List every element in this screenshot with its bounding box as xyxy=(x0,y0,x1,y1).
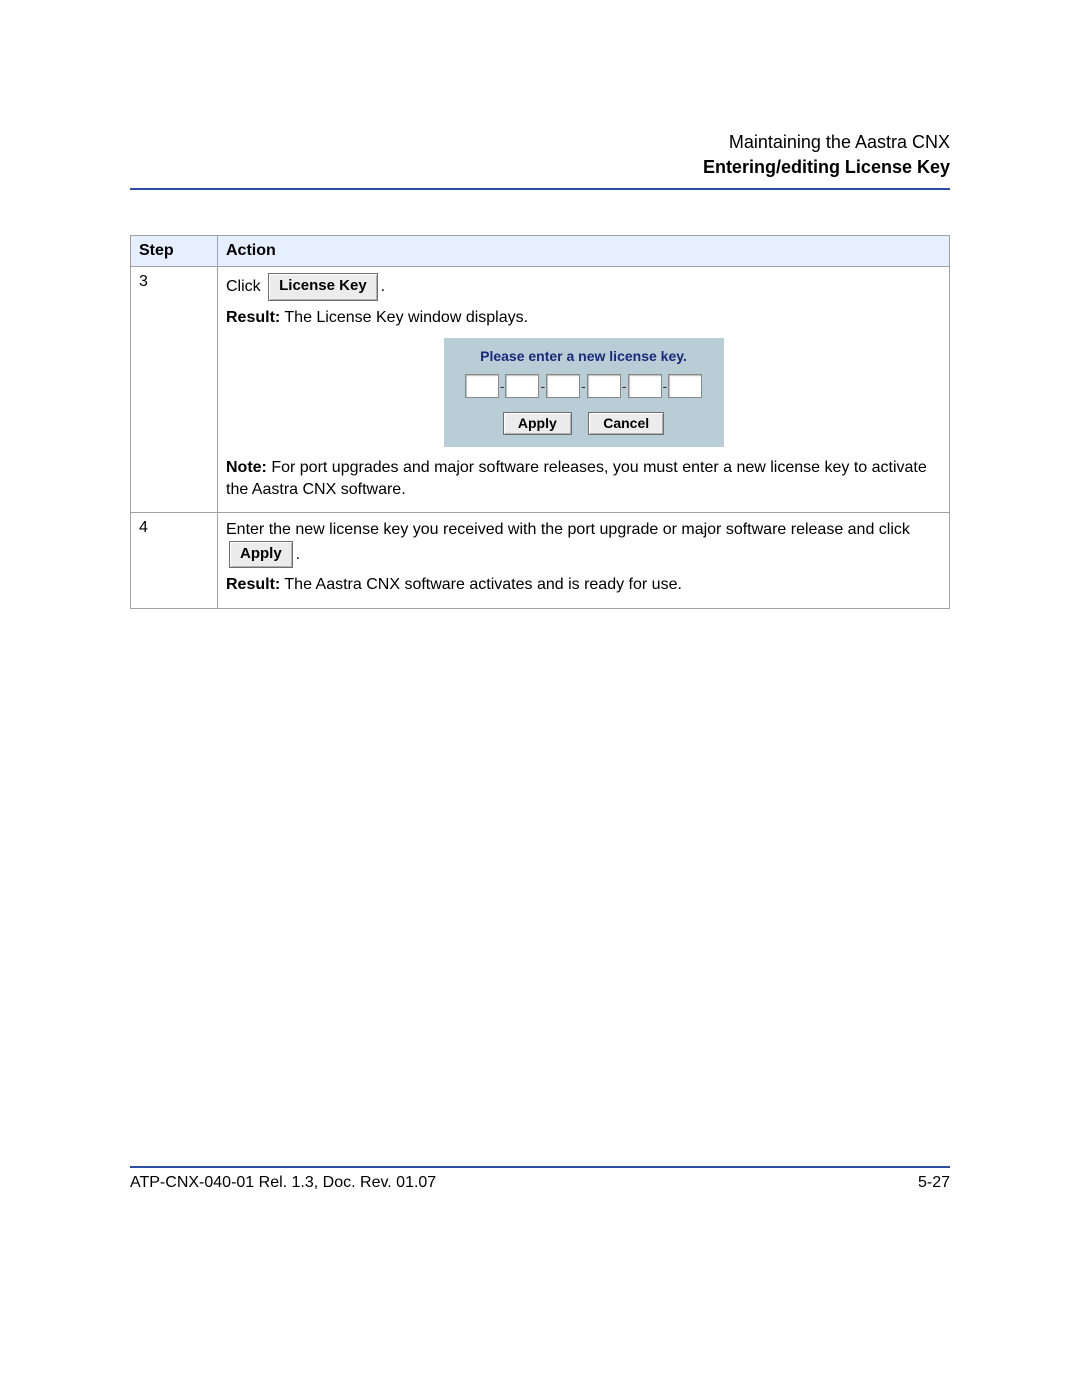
field-separator: - xyxy=(500,378,505,394)
content-area: Step Action 3 Click License Key. Result:… xyxy=(130,235,950,608)
col-header-step: Step xyxy=(131,236,218,267)
note-label: Note: xyxy=(226,459,267,476)
action-cell: Click License Key. Result: The License K… xyxy=(218,267,950,513)
license-field-3[interactable] xyxy=(546,374,580,398)
document-page: Maintaining the Aastra CNX Entering/edit… xyxy=(0,0,1080,1397)
header-rule xyxy=(130,188,950,190)
step-number: 4 xyxy=(131,513,218,608)
field-separator: - xyxy=(540,378,545,394)
result-label: Result: xyxy=(226,309,280,326)
header-chapter: Maintaining the Aastra CNX xyxy=(130,130,950,155)
step-number: 3 xyxy=(131,267,218,513)
header-section: Entering/editing License Key xyxy=(130,155,950,180)
col-header-action: Action xyxy=(218,236,950,267)
period: . xyxy=(296,546,300,563)
cancel-button[interactable]: Cancel xyxy=(588,412,664,435)
license-field-4[interactable] xyxy=(587,374,621,398)
license-key-button[interactable]: License Key xyxy=(268,273,378,300)
procedure-table: Step Action 3 Click License Key. Result:… xyxy=(130,235,950,608)
license-field-5[interactable] xyxy=(628,374,662,398)
instruction-text: Enter the new license key you received w… xyxy=(226,521,910,538)
period: . xyxy=(381,278,385,295)
result-text: The Aastra CNX software activates and is… xyxy=(280,576,682,593)
field-separator: - xyxy=(581,378,586,394)
field-separator: - xyxy=(622,378,627,394)
action-cell: Enter the new license key you received w… xyxy=(218,513,950,608)
footer-rule xyxy=(130,1166,950,1168)
footer-doc-id: ATP-CNX-040-01 Rel. 1.3, Doc. Rev. 01.07 xyxy=(130,1174,436,1192)
field-separator: - xyxy=(663,378,668,394)
page-footer: ATP-CNX-040-01 Rel. 1.3, Doc. Rev. 01.07… xyxy=(130,1158,950,1192)
dialog-button-row: Apply Cancel xyxy=(452,412,716,435)
page-header: Maintaining the Aastra CNX Entering/edit… xyxy=(130,130,950,180)
license-field-2[interactable] xyxy=(505,374,539,398)
table-row: 3 Click License Key. Result: The License… xyxy=(131,267,950,513)
license-field-1[interactable] xyxy=(465,374,499,398)
license-field-6[interactable] xyxy=(668,374,702,398)
result-label: Result: xyxy=(226,576,280,593)
apply-button[interactable]: Apply xyxy=(229,541,293,568)
click-label: Click xyxy=(226,278,261,295)
table-row: 4 Enter the new license key you received… xyxy=(131,513,950,608)
footer-page-number: 5-27 xyxy=(918,1174,950,1192)
apply-button[interactable]: Apply xyxy=(503,412,572,435)
license-key-dialog: Please enter a new license key. - - - - - Ap… xyxy=(444,338,724,447)
note-text: For port upgrades and major software rel… xyxy=(226,459,927,498)
result-text: The License Key window displays. xyxy=(280,309,528,326)
dialog-title: Please enter a new license key. xyxy=(452,348,716,364)
license-key-fields: ----- xyxy=(452,374,716,398)
